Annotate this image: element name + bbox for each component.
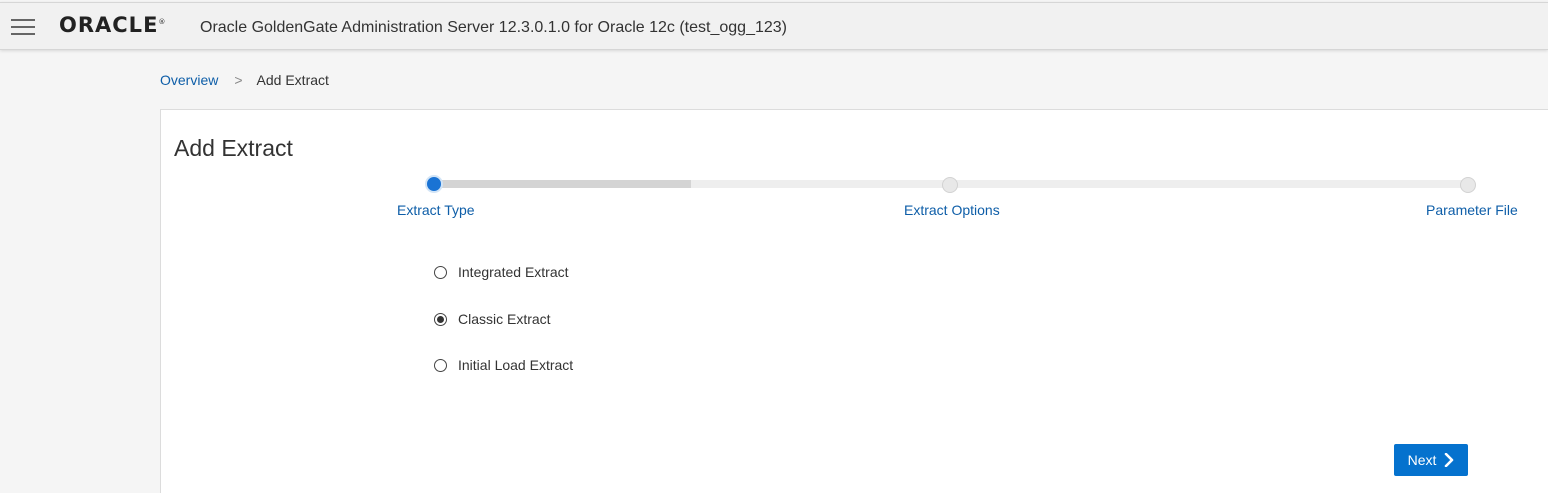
- step-extract-options-label[interactable]: Extract Options: [904, 202, 1000, 218]
- initial-load-extract-label: Initial Load Extract: [458, 357, 574, 373]
- breadcrumb-overview-link[interactable]: Overview: [160, 72, 218, 88]
- initial-load-extract-radio[interactable]: [434, 358, 447, 372]
- initial-load-extract-option[interactable]: Initial Load Extract: [434, 355, 573, 375]
- step-extract-type-label[interactable]: Extract Type: [397, 202, 475, 218]
- step-parameter-file-label[interactable]: Parameter File: [1426, 202, 1518, 218]
- breadcrumb: Overview > Add Extract: [160, 72, 329, 88]
- menu-icon[interactable]: [11, 18, 35, 36]
- chevron-right-icon: [1445, 453, 1454, 467]
- add-extract-panel: Add Extract Extract Type Extract Options…: [160, 109, 1548, 493]
- app-header: ORACLE® Oracle GoldenGate Administration…: [0, 2, 1548, 50]
- app-title: Oracle GoldenGate Administration Server …: [200, 19, 787, 36]
- integrated-extract-radio[interactable]: [434, 265, 447, 279]
- oracle-logo: ORACLE®: [59, 13, 167, 37]
- integrated-extract-label: Integrated Extract: [458, 264, 569, 280]
- step-parameter-file-indicator[interactable]: [1460, 177, 1476, 193]
- page-title: Add Extract: [174, 135, 293, 161]
- breadcrumb-separator: >: [234, 72, 243, 88]
- step-extract-type-indicator[interactable]: [425, 175, 443, 193]
- step-extract-options-indicator[interactable]: [942, 177, 958, 193]
- next-button-label: Next: [1407, 452, 1437, 468]
- wizard-progress-fill: [432, 180, 691, 188]
- integrated-extract-option[interactable]: Integrated Extract: [434, 262, 569, 282]
- classic-extract-option[interactable]: Classic Extract: [434, 309, 551, 329]
- classic-extract-radio[interactable]: [434, 312, 447, 326]
- next-button[interactable]: Next: [1394, 444, 1468, 476]
- classic-extract-label: Classic Extract: [458, 311, 551, 327]
- breadcrumb-current: Add Extract: [256, 72, 329, 88]
